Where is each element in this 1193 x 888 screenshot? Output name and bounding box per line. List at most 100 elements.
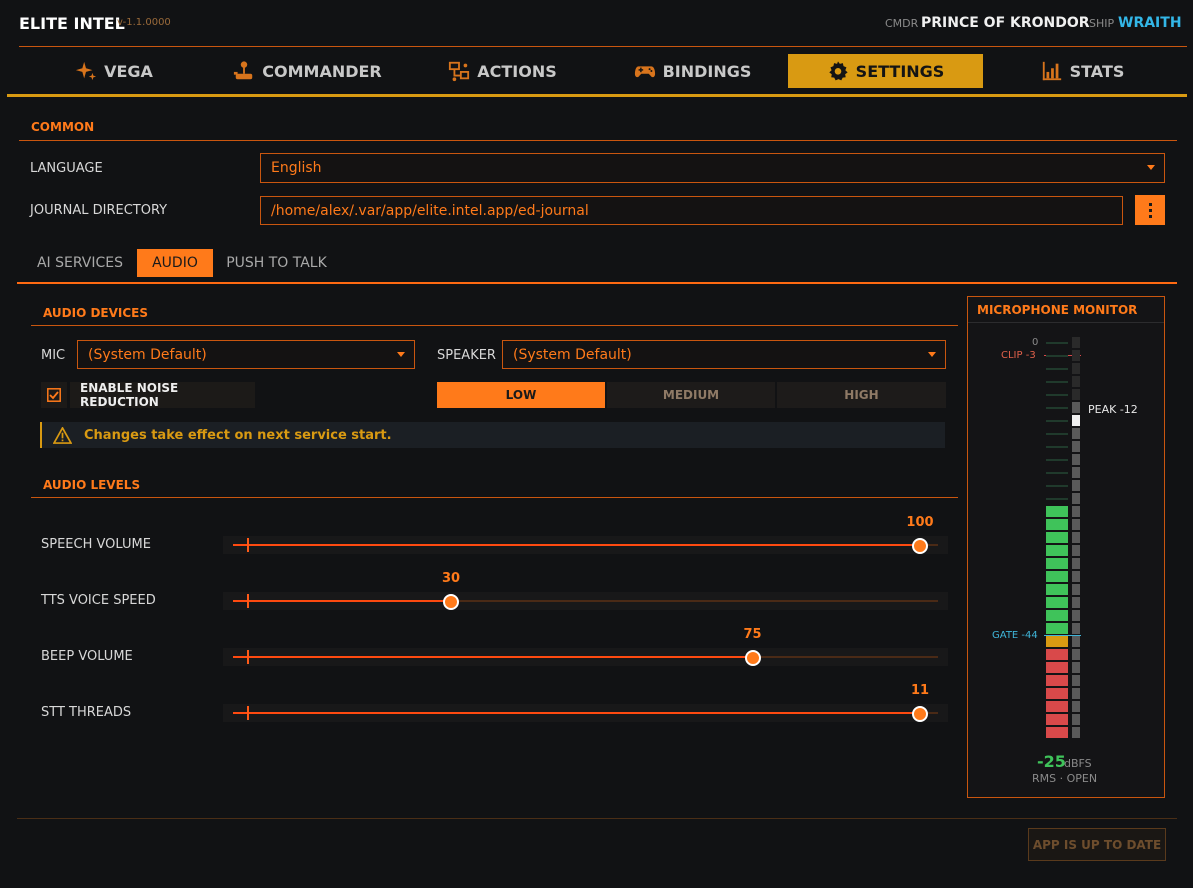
meter-segment (1046, 545, 1068, 556)
slider-value: 100 (906, 515, 934, 530)
section-common-title: COMMON (31, 120, 95, 134)
mic-select[interactable]: (System Default) (77, 340, 415, 369)
noise-level-medium[interactable]: MEDIUM (607, 382, 775, 408)
peak-segment (1072, 480, 1080, 491)
meter-segment (1046, 459, 1068, 461)
peak-segment (1072, 688, 1080, 699)
slider-thumb[interactable] (912, 706, 928, 722)
peak-segment (1072, 662, 1080, 673)
slider-speech-volume[interactable] (223, 536, 948, 554)
meter-segment (1046, 394, 1068, 396)
slider-label: STT THREADS (41, 705, 132, 720)
tab-label: COMMANDER (262, 61, 382, 81)
meter-segment (1046, 636, 1068, 647)
subtab-label: AUDIO (152, 255, 198, 271)
slider-thumb[interactable] (443, 594, 459, 610)
peak-segment (1072, 350, 1080, 361)
restart-notice: Changes take effect on next service star… (40, 422, 945, 448)
subtab-ai-services[interactable]: AI SERVICES (30, 249, 130, 277)
app-update-button[interactable]: APP IS UP TO DATE (1028, 828, 1166, 861)
audio-levels-title: AUDIO LEVELS (43, 478, 141, 492)
peak-segment (1072, 571, 1080, 582)
peak-segment (1072, 558, 1080, 569)
peak-segment (1072, 610, 1080, 621)
peak-segment (1072, 623, 1080, 634)
subtab-label: AI SERVICES (36, 255, 124, 271)
peak-segment (1072, 402, 1080, 413)
meter-segment (1046, 727, 1068, 738)
subtab-audio[interactable]: AUDIO (137, 249, 213, 277)
meter-segment (1046, 519, 1068, 530)
noise-level-high[interactable]: HIGH (777, 382, 946, 408)
slider-stt-threads[interactable] (223, 704, 948, 722)
slider-beep-volume[interactable] (223, 648, 948, 666)
slider-value: 11 (910, 683, 930, 698)
language-value: English (271, 160, 322, 176)
sparkle-icon (75, 61, 97, 81)
meter-segment (1046, 662, 1068, 673)
peak-segment (1072, 597, 1080, 608)
slider-fill (233, 656, 753, 658)
warning-icon (53, 426, 72, 444)
ship-label: SHIP (1089, 17, 1115, 30)
peak-segment (1072, 714, 1080, 725)
peak-segment (1072, 493, 1080, 504)
tab-vega[interactable]: VEGA (25, 54, 203, 88)
meter-gate-label: GATE -44 (992, 630, 1038, 641)
peak-segment (1072, 506, 1080, 517)
rms-value: -25 (1037, 752, 1066, 771)
chevron-down-icon (397, 352, 405, 357)
common-divider (19, 140, 1177, 141)
chevron-down-icon (928, 352, 936, 357)
slider-fill (233, 600, 451, 602)
slider-thumb[interactable] (912, 538, 928, 554)
subtab-push-to-talk[interactable]: PUSH TO TALK (220, 249, 333, 277)
meter-segment (1046, 368, 1068, 370)
audio-levels-divider (31, 497, 958, 498)
peak-segment (1072, 337, 1080, 348)
meter-segment (1046, 675, 1068, 686)
browse-button[interactable] (1135, 195, 1165, 225)
mic-value: (System Default) (88, 346, 207, 363)
meter-segment (1046, 420, 1068, 422)
tab-bindings[interactable]: BINDINGS (600, 54, 785, 88)
peak-segment (1072, 545, 1080, 556)
slider-tts-voice-speed[interactable] (223, 592, 948, 610)
peak-segment (1072, 428, 1080, 439)
speaker-value: (System Default) (513, 346, 632, 363)
meter-segment (1046, 584, 1068, 595)
peak-segment (1072, 519, 1080, 530)
meter-segment (1046, 571, 1068, 582)
tab-settings[interactable]: SETTINGS (788, 54, 983, 88)
journal-directory-value: /home/alex/.var/app/elite.intel.app/ed-j… (271, 202, 589, 219)
peak-segment (1072, 415, 1080, 426)
tab-stats[interactable]: STATS (990, 54, 1175, 88)
meter-segment (1046, 532, 1068, 543)
language-select[interactable]: English (260, 153, 1165, 183)
speaker-select[interactable]: (System Default) (502, 340, 946, 369)
tab-commander[interactable]: COMMANDER (215, 54, 400, 88)
flowchart-icon (449, 61, 470, 82)
meter-clip-label: CLIP -3 (1001, 350, 1036, 361)
app-title: ELITE INTEL (19, 14, 125, 33)
peak-segment (1072, 376, 1080, 387)
meter-segment (1046, 472, 1068, 474)
audio-devices-title: AUDIO DEVICES (43, 306, 149, 320)
gear-icon (828, 61, 848, 81)
peak-segment (1072, 389, 1080, 400)
tab-label: BINDINGS (662, 61, 752, 81)
noise-reduction-label[interactable]: ENABLE NOISE REDUCTION (70, 381, 255, 409)
peak-segment (1072, 454, 1080, 465)
chevron-down-icon (1147, 165, 1155, 170)
noise-level-low[interactable]: LOW (437, 382, 605, 408)
slider-min-tick (247, 650, 249, 664)
nav-underline (7, 94, 1187, 97)
journal-directory-input[interactable]: /home/alex/.var/app/elite.intel.app/ed-j… (260, 196, 1123, 225)
meter-segment (1046, 597, 1068, 608)
slider-thumb[interactable] (744, 650, 761, 666)
speaker-label: SPEAKER (437, 348, 496, 363)
tab-actions[interactable]: ACTIONS (410, 54, 595, 88)
more-dots-icon (1148, 202, 1152, 206)
noise-reduction-checkbox[interactable] (41, 382, 67, 408)
meter-segment (1046, 714, 1068, 725)
